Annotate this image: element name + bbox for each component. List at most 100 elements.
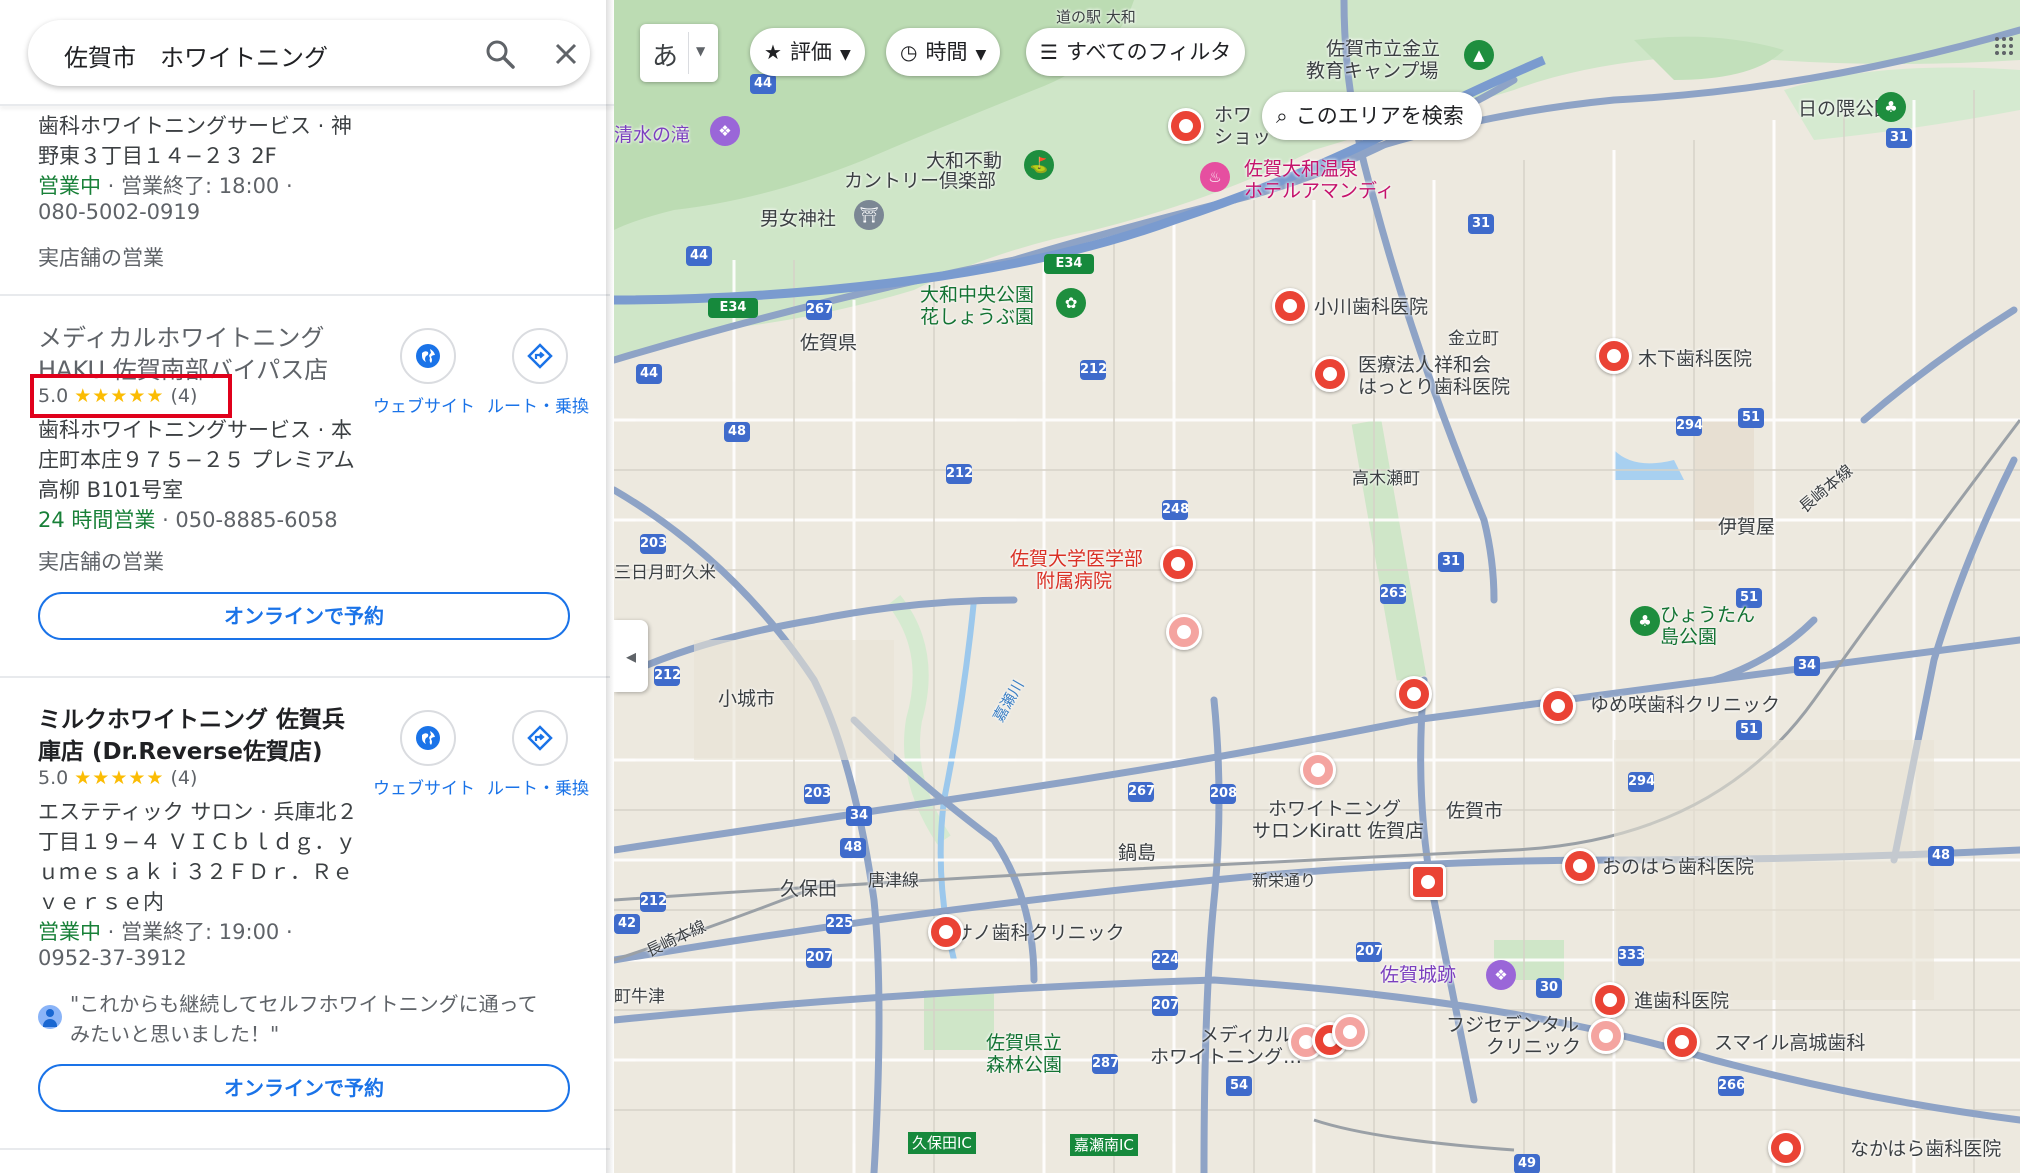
map-canvas[interactable]: 44 44 44 267 212 48 212 248 203 212 203 … (614, 0, 2020, 1173)
park-icon[interactable]: ♣ (1630, 606, 1660, 636)
map-label: 新栄通り (1252, 871, 1317, 890)
rating-filter-chip[interactable]: ★ 評価 ▼ (750, 28, 865, 76)
collapse-panel-button[interactable]: ◂ (614, 620, 648, 692)
dental-clinic-pin[interactable] (1396, 676, 1432, 712)
expressway-shield: E34 (708, 298, 758, 318)
dental-clinic-pin[interactable] (1592, 982, 1628, 1018)
route-shield: 48 (724, 422, 750, 442)
park-icon[interactable]: ♣ (1876, 92, 1906, 122)
map-label: 嘉瀬南IC (1070, 1134, 1138, 1156)
route-shield: 224 (1152, 950, 1179, 970)
route-shield: 44 (686, 246, 712, 266)
hospital-pin[interactable] (1160, 546, 1196, 582)
divider (0, 1148, 610, 1150)
route-button[interactable] (512, 710, 568, 766)
route-shield: 294 (1628, 772, 1655, 792)
route-shield: 212 (946, 464, 973, 484)
book-online-button[interactable]: オンラインで予約 (38, 592, 570, 640)
website-button[interactable] (400, 328, 456, 384)
route-label[interactable]: ルート・乗換 (487, 774, 589, 799)
all-filters-chip[interactable]: ☰ すべてのフィルタ (1026, 28, 1246, 76)
garden-icon[interactable]: ✿ (1056, 288, 1086, 318)
clinic-pin[interactable] (1332, 1014, 1368, 1050)
route-shield: 34 (846, 806, 872, 826)
result-address: 野東３丁目１４−２３ 2F (38, 144, 277, 168)
filter-sliders-icon: ☰ (1040, 40, 1058, 64)
map-label: 唐津線 (868, 871, 919, 891)
route-shield: 49 (1514, 1154, 1540, 1173)
route-shield: 287 (1092, 1054, 1119, 1074)
dental-clinic-pin[interactable] (1272, 288, 1308, 324)
website-label[interactable]: ウェブサイト (373, 392, 475, 417)
map-label: 久保田 (780, 878, 838, 900)
result-hours: 営業中 · 営業終了: 19:00 · (38, 916, 293, 946)
map-label: なかはら歯科医院 (1850, 1138, 2002, 1160)
map-label: ひょうたん (1660, 604, 1756, 626)
map-label: 佐賀市立金立 (1326, 38, 1441, 60)
result-address: 丁目１９−４ ＶＩＣｂｌｄｇ．ｙ (38, 830, 357, 854)
route-shield: 294 (1676, 416, 1703, 436)
results-panel: 歯科ホワイトニングサービス · 神 野東３丁目１４−２３ 2F 営業中 · 営業… (0, 0, 614, 1173)
campground-icon[interactable]: ▲ (1464, 40, 1494, 70)
dental-clinic-pin[interactable] (1596, 338, 1632, 374)
route-shield: 267 (806, 300, 833, 320)
search-icon[interactable] (482, 36, 518, 72)
hotel-icon[interactable]: ♨ (1200, 162, 1230, 192)
map-label: サロンKiratt 佐賀店 (1252, 820, 1425, 842)
open-status: 営業中 (38, 174, 101, 198)
clinic-pin[interactable] (1588, 1018, 1624, 1054)
result-category-address: 歯科ホワイトニングサービス · 本 (38, 418, 353, 442)
rating-row: 5.0 ★★★★★ (4) (38, 767, 197, 789)
route-shield: 207 (1356, 942, 1383, 962)
map-label: 三日月町久米 (614, 563, 716, 583)
route-button[interactable] (512, 328, 568, 384)
result-address-line3: ｕｍｅｓａｋｉ３２ＦＤｒ．Ｒｅ (38, 860, 353, 884)
close-icon[interactable] (548, 36, 584, 72)
map-label: カントリー倶楽部 (844, 170, 997, 192)
dental-clinic-pin[interactable] (1540, 688, 1576, 724)
language-toggle[interactable]: あ ▼ (640, 24, 718, 82)
route-shield: 203 (804, 784, 831, 804)
landmark-icon[interactable]: ❖ (710, 116, 740, 146)
result-title[interactable]: メディカルホワイトニング (38, 318, 324, 353)
golf-icon[interactable]: ⛳ (1024, 150, 1054, 180)
caret-down-icon[interactable]: ▼ (696, 44, 705, 58)
dental-clinic-pin[interactable] (1664, 1024, 1700, 1060)
route-shield: 207 (806, 948, 833, 968)
result-category-address: 歯科ホワイトニングサービス · 神 (38, 114, 353, 138)
website-label[interactable]: ウェブサイト (373, 774, 475, 799)
clinic-pin[interactable] (1300, 752, 1336, 788)
result-title[interactable]: ミルクホワイトニング 佐賀兵 (38, 700, 345, 734)
dental-clinic-pin[interactable] (1768, 1130, 1804, 1166)
search-input[interactable]: 佐賀市 ホワイトニング (64, 38, 328, 73)
globe-icon (416, 726, 440, 750)
map-label: 小川歯科医院 (1314, 296, 1429, 318)
search-box[interactable]: 佐賀市 ホワイトニング (28, 20, 590, 86)
route-shield: 225 (826, 914, 853, 934)
website-button[interactable] (400, 710, 456, 766)
search-this-area-button[interactable]: ⌕ このエリアを検索 (1262, 92, 1482, 140)
map-label: フジセデンタル (1446, 1014, 1580, 1036)
apps-grid-icon[interactable] (1994, 36, 2014, 56)
clinic-pin[interactable] (1166, 614, 1202, 650)
route-shield: 42 (614, 914, 640, 934)
shrine-icon[interactable]: ⛩ (854, 200, 884, 230)
chevron-left-icon: ◂ (625, 644, 637, 668)
hours-filter-chip[interactable]: ◷ 時間 ▼ (886, 28, 1001, 76)
hospital-pin[interactable] (1410, 864, 1446, 900)
route-label[interactable]: ルート・乗換 (487, 392, 589, 417)
result-service: 実店舗の営業 (38, 246, 164, 270)
route-shield: 333 (1618, 946, 1645, 966)
map-label: 佐賀城跡 (1380, 964, 1457, 986)
book-online-button[interactable]: オンラインで予約 (38, 1064, 570, 1112)
landmark-icon[interactable]: ❖ (1486, 960, 1516, 990)
result-title-line2[interactable]: 庫店 (Dr.Reverse佐賀店) (38, 732, 322, 766)
dental-clinic-pin[interactable] (928, 914, 964, 950)
chip-label: 評価 (789, 40, 832, 64)
map-label: はっとり歯科医院 (1358, 376, 1511, 398)
map-label: 佐賀大学医学部 (1010, 548, 1144, 570)
dental-clinic-pin[interactable] (1168, 108, 1204, 144)
dental-clinic-pin[interactable] (1312, 356, 1348, 392)
dental-clinic-pin[interactable] (1562, 848, 1598, 884)
map-label: 進歯科医院 (1634, 990, 1730, 1012)
